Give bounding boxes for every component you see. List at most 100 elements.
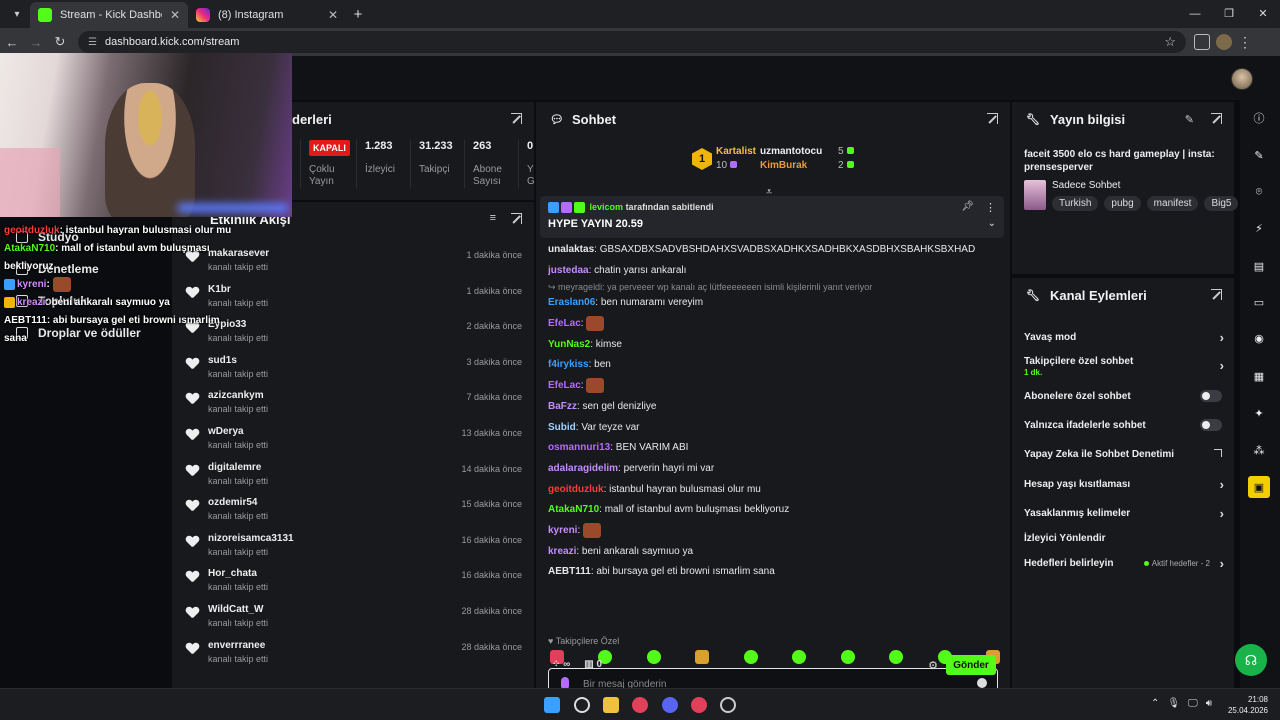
clock[interactable]: 21:08 25.04.2026 xyxy=(1228,694,1268,716)
ai-moderation-item[interactable]: Yapay Zeka ile Sohbet Denetimi xyxy=(1024,449,1224,460)
tab-search-icon[interactable]: ▾ xyxy=(4,4,30,24)
activity-row[interactable]: nizoreisamca3131 kanalı takip etti 16 daki… xyxy=(182,529,522,565)
activity-username[interactable]: ozdemir54 xyxy=(208,497,461,508)
activity-username[interactable]: K1br xyxy=(208,284,466,295)
edit-pencil-icon[interactable]: ✎ xyxy=(1185,113,1194,126)
popout-icon[interactable] xyxy=(1211,113,1222,124)
chat-username[interactable]: AEBT111 xyxy=(548,566,591,577)
chat-icon[interactable]: ▭ xyxy=(1251,294,1267,310)
extensions-icon[interactable] xyxy=(1194,34,1210,50)
chat-username[interactable]: unalaktas xyxy=(548,244,594,255)
category-name[interactable]: Sadece Sohbet xyxy=(1052,180,1120,191)
clapper-icon[interactable]: ▣ xyxy=(1248,476,1270,498)
camera-icon[interactable]: ⌾ xyxy=(1251,184,1267,200)
filter-icon[interactable]: ≡ xyxy=(490,212,496,224)
tag-chip[interactable]: Turkish xyxy=(1052,196,1099,211)
profile-avatar[interactable] xyxy=(1216,34,1232,50)
activity-username[interactable]: wDerya xyxy=(208,426,461,437)
activity-username[interactable]: Eypio33 xyxy=(208,319,466,330)
steam-icon[interactable] xyxy=(720,697,736,713)
account-age-item[interactable]: Hesap yaşı kısıtlaması › xyxy=(1024,477,1224,492)
leader-third-name[interactable]: KimBurak xyxy=(760,160,807,171)
layout-icon[interactable]: ▦ xyxy=(1251,368,1267,384)
tag-chip[interactable]: pubg xyxy=(1104,196,1141,211)
chat-username[interactable]: EfeLac xyxy=(548,380,581,391)
activity-username[interactable]: makarasever xyxy=(208,248,466,259)
emoji-picker-icon[interactable] xyxy=(977,678,987,688)
browser-menu-icon[interactable]: ⋮ xyxy=(1238,34,1252,51)
chat-username[interactable]: Subid xyxy=(548,422,576,433)
forward-button[interactable]: → xyxy=(24,35,48,50)
help-support-button[interactable]: ☊ xyxy=(1235,644,1267,676)
wrench-icon[interactable]: ✦ xyxy=(1251,405,1267,421)
discord-icon[interactable] xyxy=(662,697,678,713)
subscribers-only-toggle[interactable] xyxy=(1200,390,1222,402)
activity-row[interactable]: wDerya kanalı takip etti 13 dakika önce xyxy=(182,422,522,458)
file-explorer-icon[interactable] xyxy=(603,697,619,713)
tag-chip[interactable]: Big5 xyxy=(1204,196,1239,211)
send-button[interactable]: Gönder xyxy=(946,655,996,675)
pinned-by-user[interactable]: levicom xyxy=(590,202,624,212)
popout-icon[interactable] xyxy=(511,213,522,224)
chat-username[interactable]: YunNas2 xyxy=(548,339,590,350)
chat-settings-icon[interactable]: ⚙ xyxy=(928,659,938,672)
points-icon[interactable]: ⁘ xyxy=(552,659,560,670)
document-icon[interactable]: ▤ xyxy=(1251,258,1267,274)
popout-icon[interactable] xyxy=(987,113,998,124)
followers-only-item[interactable]: Takipçilere özel sohbet 1 dk. › xyxy=(1024,356,1224,377)
category-thumbnail[interactable] xyxy=(1024,180,1046,210)
leader-second-name[interactable]: uzmantotocu xyxy=(760,146,822,157)
activity-username[interactable]: digitalemre xyxy=(208,462,461,473)
slow-mode-item[interactable]: Yavaş mod › xyxy=(1024,330,1224,345)
search-icon[interactable] xyxy=(574,697,590,713)
chat-username[interactable]: justedaa xyxy=(548,265,589,276)
popout-icon[interactable] xyxy=(1211,289,1222,300)
chat-username[interactable]: BaFzz xyxy=(548,401,577,412)
activity-row[interactable]: ozdemir54 kanalı takip etti 15 dakika önce xyxy=(182,493,522,529)
info-icon[interactable]: ⓘ xyxy=(1251,110,1267,126)
chat-username[interactable]: geoitduzluk xyxy=(548,484,604,495)
activity-username[interactable]: Hor_chata xyxy=(208,568,461,579)
minimize-icon[interactable]: — xyxy=(1178,0,1212,28)
user-avatar[interactable] xyxy=(1231,68,1253,90)
chat-username[interactable]: adalaragidelim xyxy=(548,463,618,474)
chat-username[interactable]: f4irykiss xyxy=(548,359,589,370)
chat-username[interactable]: EfeLac xyxy=(548,318,581,329)
activity-username[interactable]: azizcankym xyxy=(208,390,466,401)
pin-icon[interactable]: 📌︎ xyxy=(961,201,974,212)
site-info-icon[interactable]: ☰ xyxy=(88,37,97,48)
activity-username[interactable]: enverrranee xyxy=(208,640,461,651)
chrome-profile-icon[interactable] xyxy=(691,697,707,713)
chat-username[interactable]: kyreni xyxy=(548,525,577,536)
url-field[interactable]: ☰ dashboard.kick.com/stream ☆ xyxy=(78,31,1186,53)
raid-item[interactable]: İzleyici Yönlendir xyxy=(1024,533,1224,544)
activity-row[interactable]: enverrranee kanalı takip etti 28 dakika ön… xyxy=(182,636,522,672)
chat-username[interactable]: osmannuri13 xyxy=(548,442,610,453)
activity-row[interactable]: sud1s kanalı takip etti 3 dakika önce xyxy=(182,351,522,387)
close-window-icon[interactable]: ✕ xyxy=(1246,0,1280,28)
more-options-icon[interactable]: ⋮ xyxy=(985,201,996,214)
activity-row[interactable]: digitalemre kanalı takip etti 14 dakika ön… xyxy=(182,458,522,494)
chat-username[interactable]: AtakaN710 xyxy=(548,504,599,515)
system-tray-icons[interactable]: ⌃🎙︎🖵🔊︎ xyxy=(1151,698,1220,709)
banned-words-item[interactable]: Yasaklanmış kelimeler › xyxy=(1024,506,1224,521)
emotes-only-toggle[interactable] xyxy=(1200,419,1222,431)
activity-row[interactable]: azizcankym kanalı takip etti 7 dakika önce xyxy=(182,386,522,422)
restore-icon[interactable]: ❐ xyxy=(1212,0,1246,28)
browser-tab-kick[interactable]: Stream - Kick Dashboard ✕ xyxy=(30,2,188,28)
leader-first-name[interactable]: Kartalist xyxy=(716,146,756,157)
close-tab-icon[interactable]: ✕ xyxy=(328,8,338,22)
back-button[interactable]: ← xyxy=(0,35,24,50)
users-icon[interactable]: ⁂ xyxy=(1251,442,1267,458)
chat-username[interactable]: kreazi xyxy=(548,546,576,557)
gift-icon[interactable]: ▥ xyxy=(584,659,593,670)
multistream-status-badge[interactable]: KAPALI xyxy=(309,140,350,156)
goals-item[interactable]: Hedefleri belirleyin Aktif hedefler - 2 › xyxy=(1024,556,1224,571)
chrome-icon[interactable] xyxy=(632,697,648,713)
reload-button[interactable]: ↻ xyxy=(48,34,72,50)
activity-username[interactable]: sud1s xyxy=(208,355,466,366)
windows-start-icon[interactable] xyxy=(544,697,560,713)
activity-row[interactable]: WildCatt_W kanalı takip etti 28 dakika önc… xyxy=(182,600,522,636)
popout-icon[interactable] xyxy=(511,113,522,124)
new-tab-button[interactable]: + xyxy=(346,6,370,23)
